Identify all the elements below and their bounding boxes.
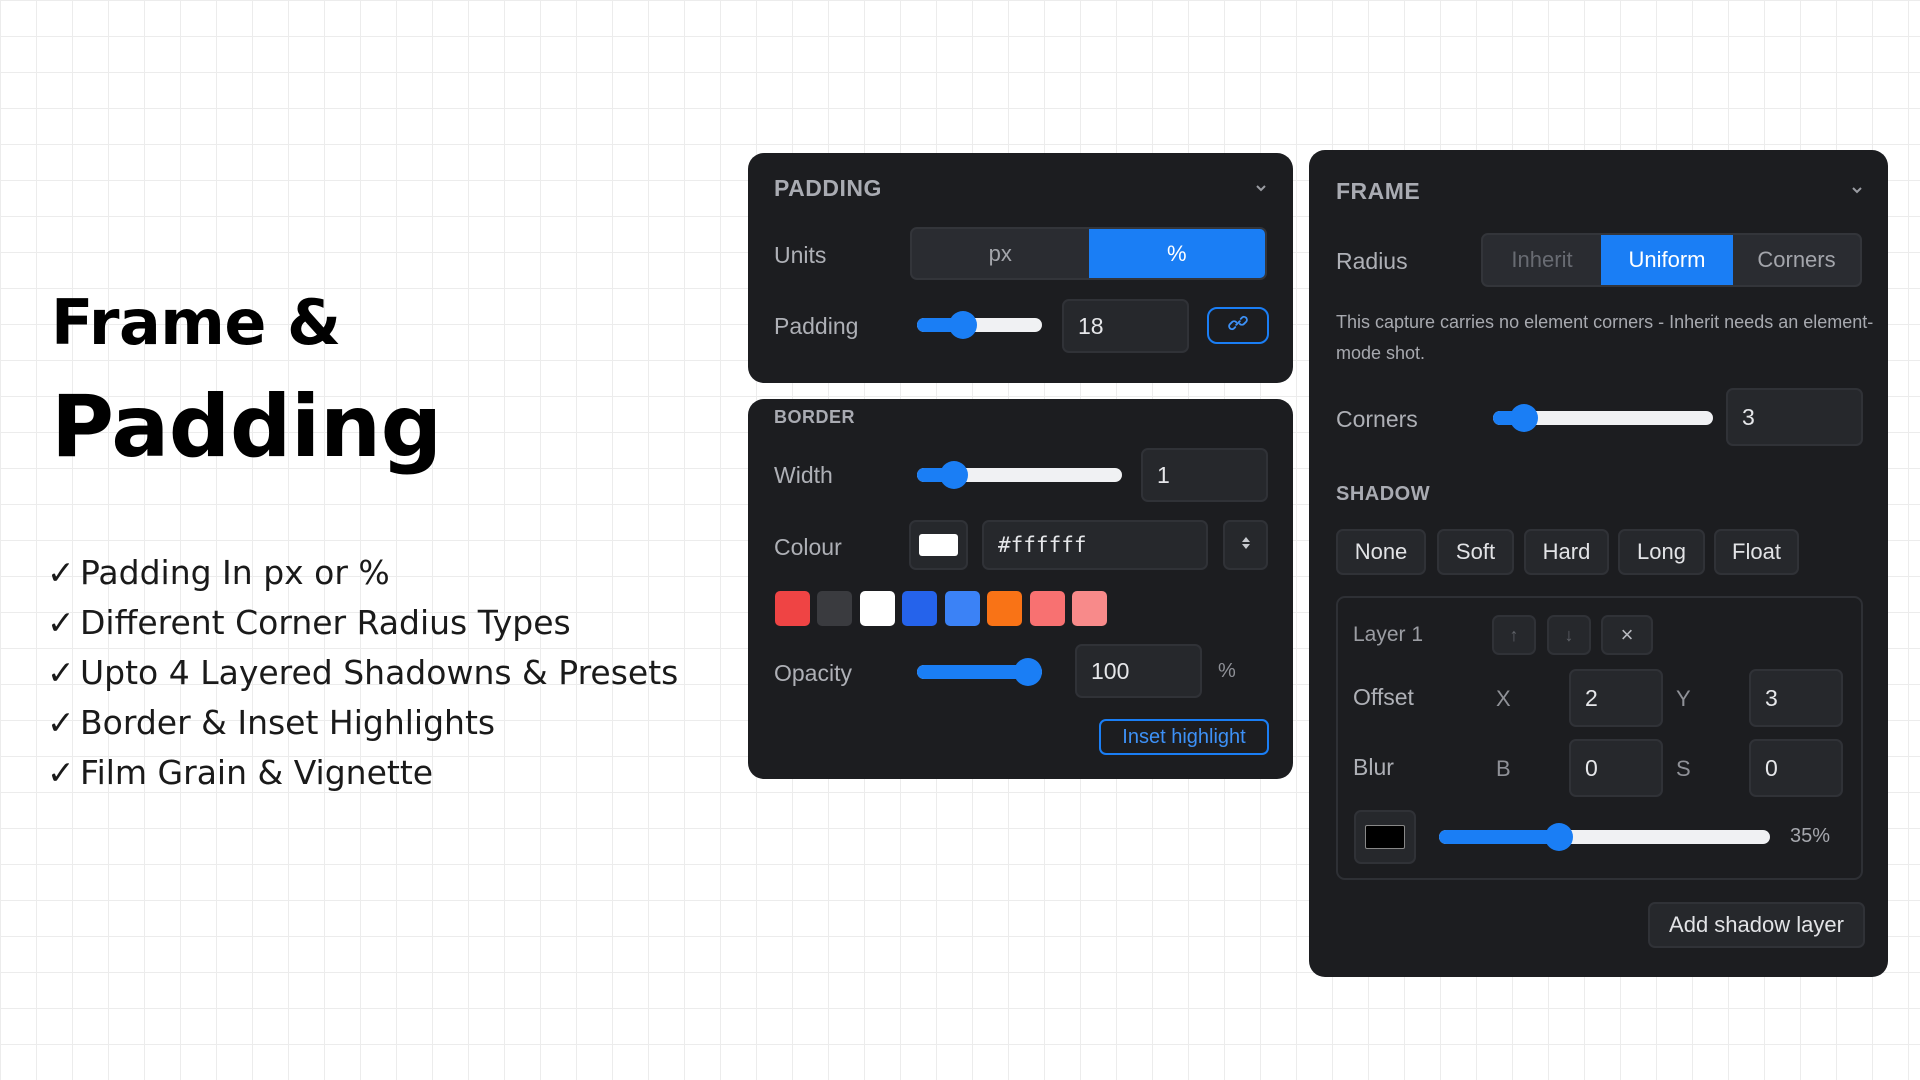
check-icon: ✓ [47,753,75,792]
blur-label: Blur [1353,754,1394,780]
swatch-dark[interactable] [817,591,852,626]
frame-panel: FRAME Radius Inherit Uniform Corners Thi… [1309,150,1888,977]
link-padding-button[interactable] [1207,307,1269,344]
swatch-red[interactable] [775,591,810,626]
units-option-percent[interactable]: % [1088,229,1265,278]
layer-move-up-button[interactable]: ↑ [1492,615,1536,655]
layer-name: Layer 1 [1353,623,1424,646]
offset-x-label: X [1496,686,1511,711]
feature-list: ✓ Padding In px or % ✓ Different Corner Ra… [47,548,678,798]
border-opacity-slider[interactable] [917,652,1042,692]
padding-panel-title: PADDING [774,175,882,201]
feature-item: ✓ Upto 4 Layered Shadowns & Presets [47,648,678,698]
chevron-down-icon[interactable] [1254,181,1268,195]
opacity-label: Opacity [774,660,852,686]
feature-item: ✓ Padding In px or % [47,548,678,598]
corners-slider-thumb[interactable] [1510,404,1539,432]
corners-value-input[interactable]: 3 [1726,388,1863,446]
swatch-salmon[interactable] [1030,591,1065,626]
link-icon [1227,312,1249,340]
colour-swatch-preview [919,534,958,556]
radius-option-uniform[interactable]: Uniform [1601,235,1733,285]
border-panel-title: BORDER [774,407,856,427]
feature-item: ✓ Border & Inset Highlights [47,698,678,748]
shadow-layer-card: Layer 1 ↑ ↓ × Offset X 2 Y 3 Blur B 0 S … [1336,596,1863,880]
colour-mode-button[interactable] [1223,520,1268,570]
check-icon: ✓ [47,603,75,642]
units-option-px[interactable]: px [912,229,1089,278]
border-opacity-slider-thumb[interactable] [1014,658,1042,686]
offset-x-input[interactable]: 2 [1569,669,1663,727]
chevron-down-icon[interactable] [1850,183,1864,197]
close-icon: × [1620,622,1634,647]
swatch-light-blue[interactable] [945,591,980,626]
shadow-preset-hard[interactable]: Hard [1524,529,1609,575]
border-colour-picker[interactable] [909,520,968,570]
frame-panel-title: FRAME [1336,178,1421,204]
blur-b-input[interactable]: 0 [1569,739,1663,797]
spread-s-label: S [1676,756,1691,781]
hero-title-line-2: Padding [51,377,442,477]
border-panel: BORDER Width 1 Colour #ffffff Opacity 10… [748,399,1293,779]
radius-option-corners[interactable]: Corners [1733,235,1860,285]
swatch-pink[interactable] [1072,591,1107,626]
radius-hint-text: This capture carries no element corners … [1336,312,1874,363]
units-label: Units [774,242,827,268]
layer-remove-button[interactable]: × [1601,615,1653,655]
border-width-slider[interactable] [917,455,1122,495]
check-icon: ✓ [47,703,75,742]
offset-label: Offset [1353,684,1414,710]
shadow-opacity-slider-thumb[interactable] [1545,823,1574,851]
radius-option-inherit[interactable]: Inherit [1483,235,1601,285]
check-icon: ✓ [47,653,75,692]
padding-panel: PADDING Units px % Padding 18 [748,153,1293,383]
padding-label: Padding [774,313,859,339]
arrow-down-icon: ↓ [1564,624,1574,645]
shadow-preset-long[interactable]: Long [1618,529,1705,575]
border-colour-hex-input[interactable]: #ffffff [982,520,1208,570]
radius-label: Radius [1336,248,1408,274]
swatch-blue[interactable] [902,591,937,626]
padding-slider[interactable] [917,305,1042,345]
add-shadow-layer-button[interactable]: Add shadow layer [1648,902,1865,948]
layer-move-down-button[interactable]: ↓ [1547,615,1591,655]
check-icon: ✓ [47,553,75,592]
up-down-arrows-icon [1241,536,1251,555]
units-segmented-control: px % [910,227,1267,280]
padding-value-input[interactable]: 18 [1062,299,1189,353]
hero-title-line-1: Frame & [51,286,341,359]
opacity-unit: % [1218,660,1236,682]
blur-b-label: B [1496,756,1511,781]
padding-slider-thumb[interactable] [949,311,977,339]
arrow-up-icon: ↑ [1509,624,1519,645]
border-width-slider-thumb[interactable] [940,461,968,489]
feature-item: ✓ Different Corner Radius Types [47,598,678,648]
corners-slider[interactable] [1493,398,1713,438]
offset-y-label: Y [1676,686,1691,711]
shadow-preset-soft[interactable]: Soft [1437,529,1514,575]
width-label: Width [774,462,833,488]
spread-s-input[interactable]: 0 [1749,739,1843,797]
shadow-preset-float[interactable]: Float [1714,529,1799,575]
shadow-colour-preview [1365,825,1405,849]
hero: Frame & Padding [51,286,442,477]
swatch-white[interactable] [860,591,895,626]
shadow-section-title: SHADOW [1336,483,1431,505]
offset-y-input[interactable]: 3 [1749,669,1843,727]
shadow-colour-picker[interactable] [1354,810,1416,864]
radius-segmented-control: Inherit Uniform Corners [1481,233,1862,287]
colour-label: Colour [774,534,842,560]
shadow-opacity-slider[interactable] [1439,817,1770,857]
swatch-orange[interactable] [987,591,1022,626]
corners-label: Corners [1336,406,1418,432]
shadow-opacity-value: 35% [1790,825,1831,847]
inset-highlight-button[interactable]: Inset highlight [1099,719,1269,755]
shadow-preset-none[interactable]: None [1336,529,1426,575]
border-width-input[interactable]: 1 [1141,448,1268,502]
feature-item: ✓ Film Grain & Vignette [47,748,678,798]
border-opacity-input[interactable]: 100 [1075,644,1202,698]
